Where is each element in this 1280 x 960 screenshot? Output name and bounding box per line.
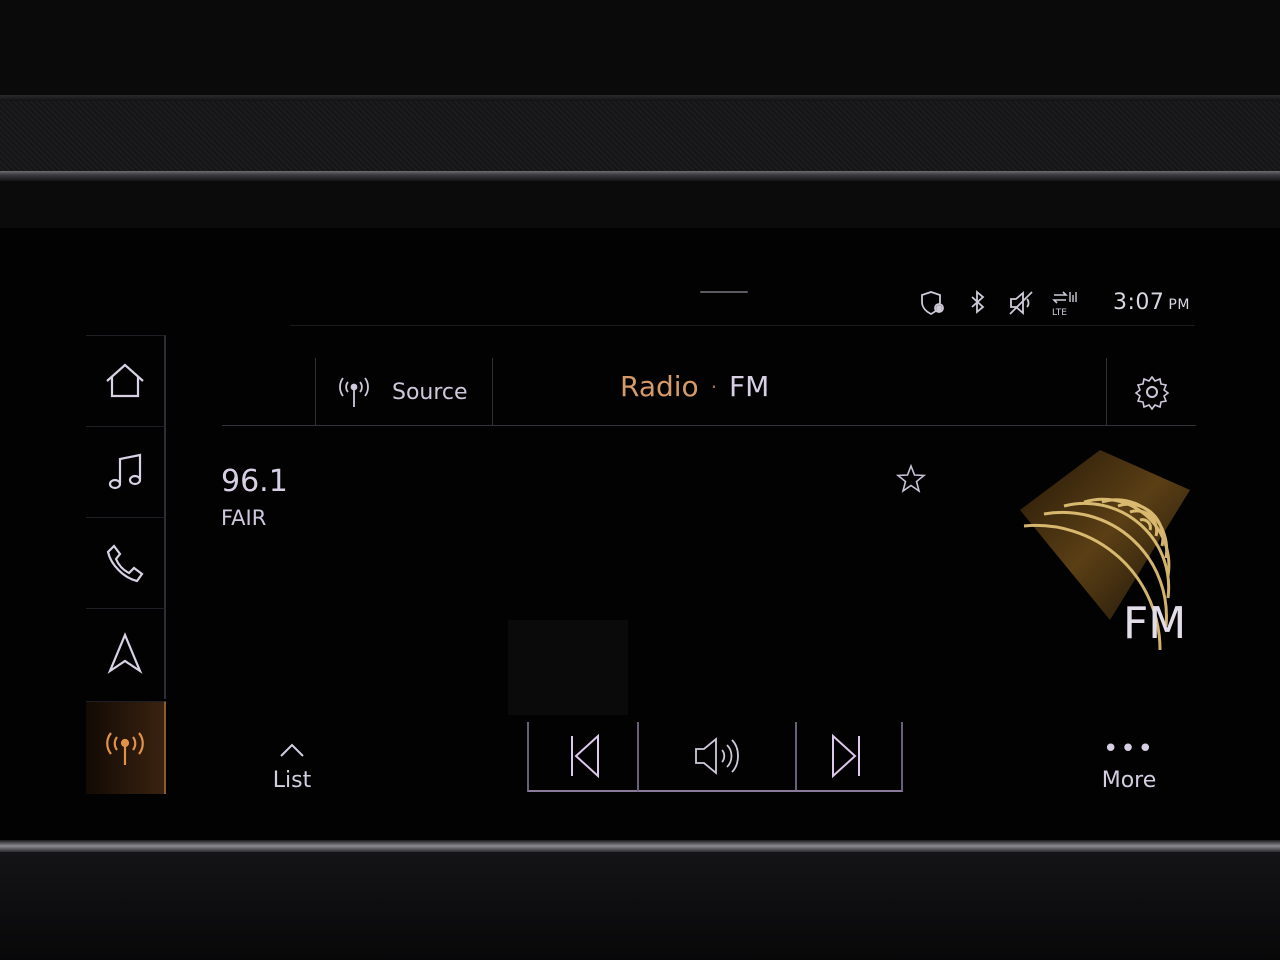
- header-divider: [222, 425, 1196, 426]
- chevron-up-icon: [280, 743, 304, 757]
- next-station-button[interactable]: [793, 722, 903, 792]
- radio-antenna-icon: [106, 732, 144, 765]
- left-nav: [86, 335, 166, 795]
- gear-icon: [1134, 375, 1170, 410]
- speaker-icon: [695, 737, 739, 775]
- title-band: FM: [729, 370, 770, 403]
- skip-next-icon: [832, 733, 860, 779]
- dashboard-fabric: [0, 101, 1280, 171]
- status-divider: [290, 325, 1195, 326]
- artwork-band-label: FM: [1123, 598, 1187, 649]
- phone-icon: [106, 544, 144, 583]
- music-note-icon: [108, 453, 142, 490]
- nav-item-radio[interactable]: [86, 701, 166, 794]
- home-icon: [106, 363, 144, 398]
- previous-station-button[interactable]: [527, 722, 639, 792]
- list-button[interactable]: List: [262, 740, 322, 810]
- more-button[interactable]: ••• More: [1094, 734, 1164, 793]
- screen-reflection: [508, 620, 628, 715]
- star-icon: [895, 463, 927, 493]
- dashboard-chrome-trim: [0, 171, 1280, 181]
- location-shield-icon: [918, 288, 948, 318]
- dashboard-chrome-trim-bottom: [0, 840, 1280, 852]
- title-separator: ·: [710, 374, 718, 399]
- source-label: Source: [392, 379, 468, 405]
- pull-down-handle[interactable]: [700, 291, 748, 293]
- skip-previous-icon: [571, 733, 599, 779]
- more-label: More: [1101, 768, 1157, 793]
- lte-icon: LTE: [1050, 288, 1080, 318]
- nav-item-navigation[interactable]: [86, 608, 166, 699]
- list-label: List: [272, 768, 312, 793]
- dashboard-bottom: [0, 852, 1280, 960]
- clock-ampm: PM: [1168, 297, 1190, 313]
- antenna-icon: [339, 377, 369, 407]
- station-name: FAIR: [221, 506, 267, 530]
- title-radio: Radio: [620, 370, 699, 403]
- more-dots-icon: •••: [1102, 734, 1155, 764]
- favorite-button[interactable]: [894, 462, 928, 496]
- page-title: Radio · FM: [620, 370, 810, 403]
- nav-item-phone[interactable]: [86, 517, 166, 608]
- navigation-arrow-icon: [107, 632, 143, 674]
- station-frequency: 96.1: [221, 464, 288, 499]
- settings-button[interactable]: [1106, 358, 1197, 426]
- bluetooth-icon: [963, 288, 993, 318]
- nav-item-music[interactable]: [86, 426, 166, 517]
- status-clock: 3:07 PM: [1113, 290, 1190, 315]
- source-button[interactable]: Source: [315, 358, 493, 426]
- screen-frame: [0, 181, 1280, 231]
- dashboard-top: [0, 0, 1280, 95]
- volume-button[interactable]: [637, 722, 797, 792]
- lte-label: LTE: [1052, 308, 1067, 318]
- clock-time: 3:07: [1113, 290, 1165, 315]
- playback-controls: [527, 722, 903, 792]
- nav-item-home[interactable]: [86, 335, 166, 426]
- speaker-muted-icon: [1006, 288, 1036, 318]
